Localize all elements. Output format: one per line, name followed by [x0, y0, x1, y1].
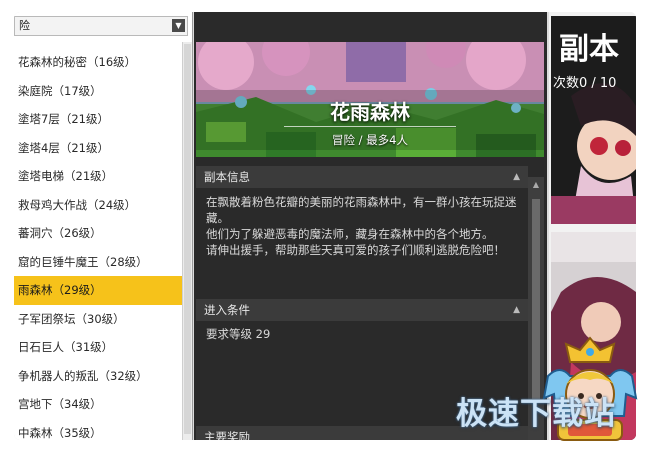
- dungeon-list: 花森林的秘密（16级） 染庭院（17级） 塗塔7层（21级） 塗塔4层（21级） 塗塔电…: [14, 48, 182, 440]
- requirement-section-header[interactable]: 进入条件 ▲: [196, 299, 528, 321]
- category-select[interactable]: 险 ▼: [14, 16, 188, 36]
- dungeon-list-item[interactable]: 宫地下（34级）: [14, 390, 182, 419]
- watermark: 极速下载站: [456, 396, 616, 432]
- dungeon-title: 花雨森林: [330, 100, 410, 124]
- category-select-value: 险: [19, 19, 30, 32]
- dungeon-banner: 花雨森林 冒险 / 最多4人: [196, 42, 544, 157]
- chevron-down-icon[interactable]: ▼: [172, 19, 185, 32]
- dungeon-detail-panel: 花雨森林 冒险 / 最多4人 副本信息 ▲ 在飘散着粉色花瓣的美丽的花雨森林中，…: [194, 12, 547, 440]
- dungeon-list-item[interactable]: 塗塔4层（21级）: [14, 134, 182, 163]
- title-divider: [284, 126, 456, 127]
- dungeon-list-item[interactable]: 救母鸡大作战（24级）: [14, 191, 182, 220]
- info-line: 他们为了躲避恶毒的魔法师，藏身在森林中的各个地方。: [206, 227, 494, 241]
- info-section-header[interactable]: 副本信息 ▲: [196, 166, 528, 188]
- dungeon-subtitle: 冒险 / 最多4人: [331, 133, 408, 147]
- dungeon-list-item[interactable]: 蕃洞穴（26级）: [14, 219, 182, 248]
- reward-section-title: 主要奖励: [204, 430, 250, 440]
- info-line: 请伸出援手，帮助那些天真可爱的孩子们顺利逃脱危险吧！: [206, 243, 505, 257]
- dungeon-list-item[interactable]: 雨森林（29级）: [14, 276, 182, 305]
- info-section-title: 副本信息: [204, 170, 250, 184]
- collapse-icon[interactable]: ▲: [513, 166, 520, 188]
- dungeon-list-item[interactable]: 子军团祭坛（30级）: [14, 305, 182, 334]
- panel-title: 副本: [559, 32, 619, 67]
- dungeon-list-item[interactable]: 花森林的秘密（16级）: [14, 48, 182, 77]
- dungeon-list-panel: 险 ▼ 花森林的秘密（16级） 染庭院（17级） 塗塔7层（21级） 塗塔4层（21级…: [14, 12, 193, 440]
- detail-scrollbar-thumb[interactable]: [532, 199, 540, 399]
- dungeon-list-item[interactable]: 染庭院（17级）: [14, 77, 182, 106]
- attempt-count: 次数0 / 10: [553, 76, 617, 91]
- required-level: 要求等级 29: [206, 327, 271, 341]
- scroll-up-icon[interactable]: ▲: [528, 177, 544, 193]
- list-scrollbar-thumb[interactable]: [184, 44, 191, 434]
- dungeon-list-item[interactable]: 中森林（35级）: [14, 419, 182, 441]
- dungeon-list-item[interactable]: 窟的巨锤牛魔王（28级）: [14, 248, 182, 277]
- dungeon-list-item[interactable]: 争机器人的叛乱（32级）: [14, 362, 182, 391]
- dungeon-list-item[interactable]: 塗塔电梯（21级）: [14, 162, 182, 191]
- info-section-body: 在飘散着粉色花瓣的美丽的花雨森林中，有一群小孩在玩捉迷藏。 他们为了躲避恶毒的魔…: [196, 190, 528, 294]
- requirement-section-title: 进入条件: [204, 303, 250, 317]
- character-art-top: 副本 次数0 / 10: [551, 16, 636, 224]
- info-line: 在飘散着粉色花瓣的美丽的花雨森林中，有一群小孩在玩捉迷藏。: [206, 195, 517, 225]
- collapse-icon[interactable]: ▲: [513, 299, 520, 321]
- list-scrollbar[interactable]: [182, 42, 192, 440]
- dungeon-list-item[interactable]: 日石巨人（31级）: [14, 333, 182, 362]
- dungeon-list-item[interactable]: 塗塔7层（21级）: [14, 105, 182, 134]
